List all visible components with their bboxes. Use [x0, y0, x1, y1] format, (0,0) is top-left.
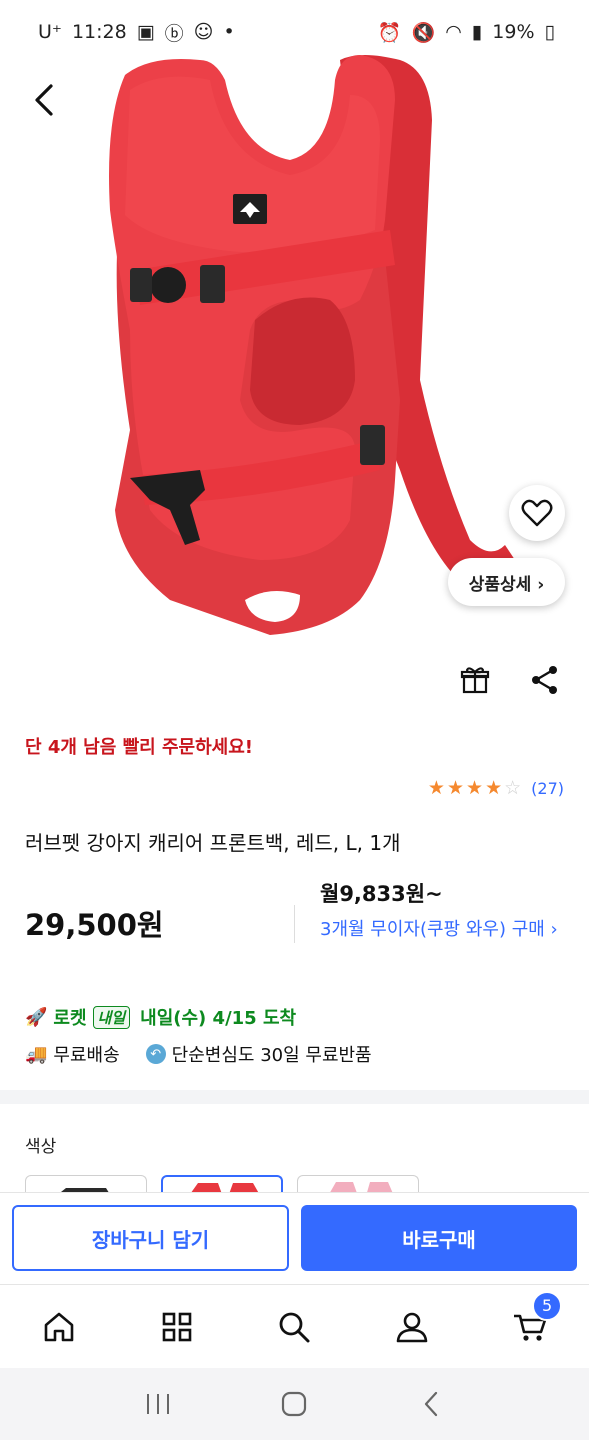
return-icon: ↶	[145, 1044, 166, 1064]
action-icons	[457, 662, 563, 698]
rocket-badge: 내일	[92, 1005, 131, 1029]
section-divider	[0, 1090, 589, 1104]
home-circle-icon	[282, 1391, 307, 1417]
alarm-icon: ⏰	[377, 21, 402, 44]
system-navigation	[0, 1368, 589, 1440]
bottom-nav: 5	[0, 1284, 589, 1368]
battery-percent: 19%	[492, 21, 535, 43]
buy-now-button[interactable]: 바로구매	[301, 1205, 577, 1271]
rocket-delivery: 🚀 로켓 내일 내일(수) 4/15 도착	[25, 1004, 296, 1030]
back-arrow-icon	[35, 84, 53, 116]
back-system-button[interactable]	[411, 1384, 451, 1424]
star-empty-icon: ☆	[504, 777, 522, 799]
chevron-left-icon	[424, 1391, 437, 1417]
recents-button[interactable]	[138, 1384, 178, 1424]
back-button[interactable]	[22, 78, 66, 122]
recents-icon	[147, 1394, 170, 1414]
purchase-bar: 장바구니 담기 바로구매	[0, 1192, 589, 1282]
location-icon: ☺	[193, 21, 214, 43]
star-filled-icon: ★	[466, 777, 484, 799]
heart-icon	[521, 499, 553, 527]
wishlist-button[interactable]	[509, 485, 565, 541]
nav-my-page[interactable]	[382, 1297, 442, 1357]
battery-icon: ▯	[544, 21, 555, 43]
dot-icon: •	[223, 21, 235, 43]
add-to-cart-button[interactable]: 장바구니 담기	[12, 1205, 289, 1271]
truck-icon: 🚚	[25, 1043, 48, 1065]
nav-cart[interactable]: 5	[500, 1290, 563, 1357]
rating[interactable]: ★ ★ ★ ★ ☆ (27)	[427, 777, 564, 799]
home-icon	[44, 1312, 74, 1341]
clock: 11:28	[71, 21, 127, 43]
nav-categories[interactable]	[147, 1297, 207, 1357]
product-price: 29,500원	[25, 908, 164, 942]
grid-icon	[162, 1312, 191, 1341]
signal-icon: ▮	[471, 21, 483, 43]
product-image[interactable]	[0, 0, 589, 650]
monthly-price: 월9,833원~	[320, 882, 443, 906]
share-button[interactable]	[527, 662, 563, 698]
nav-home[interactable]	[29, 1297, 89, 1357]
gift-icon	[460, 667, 490, 694]
product-detail-button[interactable]: 상품상세 ›	[448, 558, 565, 606]
product-illustration	[109, 55, 515, 635]
free-return: 단순변심도 30일 무료반품	[171, 1045, 372, 1066]
carrier-label: U⁺	[38, 21, 62, 43]
gallery-icon: ▣	[136, 21, 155, 43]
rocket-icon: 🚀	[25, 1006, 48, 1028]
delivery-eta: 내일(수) 4/15 도착	[140, 1008, 297, 1029]
color-option-label: 색상	[25, 1137, 57, 1157]
home-system-button[interactable]	[274, 1384, 314, 1424]
free-shipping: 무료배송	[53, 1045, 120, 1066]
status-bar: U⁺ 11:28 ▣ ⓑ ☺ • ⏰ 🔇 ◠ ▮ 19% ▯	[0, 0, 589, 64]
product-detail-label: 상품상세 ›	[468, 574, 545, 595]
price-divider	[294, 905, 295, 943]
cart-count-badge: 5	[532, 1290, 563, 1321]
star-filled-icon: ★	[427, 777, 445, 799]
gift-button[interactable]	[457, 662, 493, 698]
wifi-icon: ◠	[445, 21, 462, 43]
shipping-info: 🚚 무료배송 ↶ 단순변심도 30일 무료반품	[25, 1041, 372, 1067]
search-icon	[280, 1312, 310, 1342]
rocket-label: 로켓	[53, 1008, 87, 1029]
b-app-icon: ⓑ	[164, 22, 184, 45]
installment-link[interactable]: 3개월 무이자(쿠팡 와우) 구매 ›	[320, 917, 565, 943]
stock-warning: 단 4개 남음 빨리 주문하세요!	[25, 737, 253, 758]
review-count: (27)	[531, 779, 564, 798]
star-filled-icon: ★	[485, 777, 503, 799]
product-title: 러브펫 강아지 캐리어 프론트백, 레드, L, 1개	[25, 831, 401, 855]
person-icon	[396, 1312, 428, 1342]
mute-icon: 🔇	[411, 21, 436, 44]
star-filled-icon: ★	[446, 777, 465, 799]
share-icon	[532, 666, 557, 694]
nav-search[interactable]	[264, 1297, 324, 1357]
